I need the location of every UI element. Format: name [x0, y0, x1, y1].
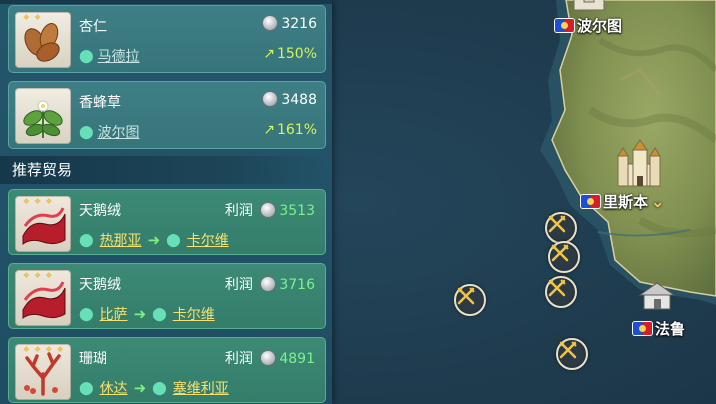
panel-top-strip [0, 0, 332, 4]
goods-name: 天鹅绒 [79, 203, 121, 219]
flag-icon [633, 322, 652, 335]
goods-name: 香蜂草 [79, 95, 121, 111]
crossed-swords-icon[interactable] [454, 284, 486, 316]
location-pin-icon: ⬤ [79, 232, 94, 248]
city-name: 里斯本 [603, 193, 649, 211]
trade-panel[interactable]: ✦ ✦ 杏仁 3216 ⬤ 马德拉 ↗ 150% 香蜂草 3488 ⬤ 波尔图 … [0, 0, 332, 404]
crossed-swords-icon[interactable] [556, 338, 588, 370]
location-pin-icon: ⬤ [152, 306, 167, 322]
price-trend: ↗ 150% [263, 46, 317, 62]
trade-card[interactable]: ✦ ✦ ✦ ✦ 珊瑚 利润 4891 ⬤ 休达 ➜ ⬤ 塞维利亚 [8, 337, 326, 403]
city-label-faro[interactable]: 法鲁 [633, 318, 685, 339]
trade-route[interactable]: ⬤ 热那亚 ➜ ⬤ 卡尔维 [79, 230, 229, 250]
goods-thumbnail: ✦ ✦ [15, 12, 71, 68]
rarity-stars-icon: ✦ ✦ ✦ [23, 197, 54, 206]
location-pin-icon: ⬤ [79, 124, 94, 140]
goods-location[interactable]: ⬤ 马德拉 [79, 46, 140, 66]
goods-thumbnail [15, 88, 71, 144]
rarity-stars-icon: ✦ ✦ [23, 13, 42, 22]
marker-pin-icon: ⌄ [651, 192, 665, 211]
section-title-recommended-trades: 推荐贸易 [0, 156, 326, 184]
goods-name: 杏仁 [79, 19, 107, 35]
route-origin-link[interactable]: 热那亚 [100, 230, 142, 250]
location-pin-icon: ⬤ [79, 48, 94, 64]
coin-icon [261, 203, 276, 217]
coin-icon [263, 92, 278, 106]
trend-up-icon: ↗ [263, 46, 275, 62]
trade-profit: 利润 4891 [224, 351, 315, 367]
location-pin-icon: ⬤ [152, 380, 167, 396]
goods-price: 3488 [263, 92, 317, 108]
flag-icon [555, 19, 574, 32]
route-origin-link[interactable]: 比萨 [100, 304, 128, 324]
arrow-right-icon: ➜ [147, 231, 161, 249]
lemon-balm-icon [23, 100, 63, 138]
location-link[interactable]: 波尔图 [98, 122, 140, 142]
coin-icon [261, 277, 276, 291]
coin-icon [261, 351, 276, 365]
location-pin-icon: ⬤ [79, 380, 94, 396]
goods-thumbnail: ✦ ✦ ✦ ✦ [15, 344, 71, 400]
trade-profit: 利润 3513 [224, 203, 315, 219]
trade-card[interactable]: ✦ ✦ ✦ 天鹅绒 利润 3716 ⬤ 比萨 ➜ ⬤ 卡尔维 [8, 263, 326, 329]
city-label-porto[interactable]: 波尔图 [555, 15, 622, 36]
crossed-swords-icon[interactable] [545, 276, 577, 308]
route-destination-link[interactable]: 塞维利亚 [173, 378, 229, 398]
goods-location[interactable]: ⬤ 波尔图 [79, 122, 140, 142]
trade-route[interactable]: ⬤ 比萨 ➜ ⬤ 卡尔维 [79, 304, 215, 324]
goods-price: 3216 [263, 16, 317, 32]
route-origin-link[interactable]: 休达 [100, 378, 128, 398]
trend-up-icon: ↗ [263, 122, 275, 138]
city-label-lisbon[interactable]: 里斯本 ⌄ [581, 191, 664, 212]
goods-thumbnail: ✦ ✦ ✦ [15, 270, 71, 326]
goods-name: 天鹅绒 [79, 277, 121, 293]
goods-thumbnail: ✦ ✦ ✦ [15, 196, 71, 252]
castle-icon [573, 0, 605, 11]
arrow-right-icon: ➜ [133, 379, 147, 397]
city-name: 法鲁 [655, 320, 686, 338]
location-link[interactable]: 马德拉 [98, 46, 140, 66]
rarity-stars-icon: ✦ ✦ ✦ [23, 271, 54, 280]
route-destination-link[interactable]: 卡尔维 [173, 304, 215, 324]
location-pin-icon: ⬤ [79, 306, 94, 322]
crossed-swords-icon[interactable] [548, 241, 580, 273]
trade-profit: 利润 3716 [224, 277, 315, 293]
goods-name: 珊瑚 [79, 351, 107, 367]
goods-card[interactable]: 香蜂草 3488 ⬤ 波尔图 ↗ 161% [8, 81, 326, 149]
flag-icon [581, 195, 600, 208]
goods-card[interactable]: ✦ ✦ 杏仁 3216 ⬤ 马德拉 ↗ 150% [8, 5, 326, 73]
rarity-stars-icon: ✦ ✦ ✦ ✦ [23, 345, 65, 354]
price-trend: ↗ 161% [263, 122, 317, 138]
trade-route[interactable]: ⬤ 休达 ➜ ⬤ 塞维利亚 [79, 378, 229, 398]
arrow-right-icon: ➜ [133, 305, 147, 323]
city-name: 波尔图 [577, 17, 623, 35]
trade-card[interactable]: ✦ ✦ ✦ 天鹅绒 利润 3513 ⬤ 热那亚 ➜ ⬤ 卡尔维 [8, 189, 326, 255]
location-pin-icon: ⬤ [166, 232, 181, 248]
route-destination-link[interactable]: 卡尔维 [187, 230, 229, 250]
crossed-swords-icon[interactable] [545, 212, 577, 244]
coin-icon [263, 16, 278, 30]
